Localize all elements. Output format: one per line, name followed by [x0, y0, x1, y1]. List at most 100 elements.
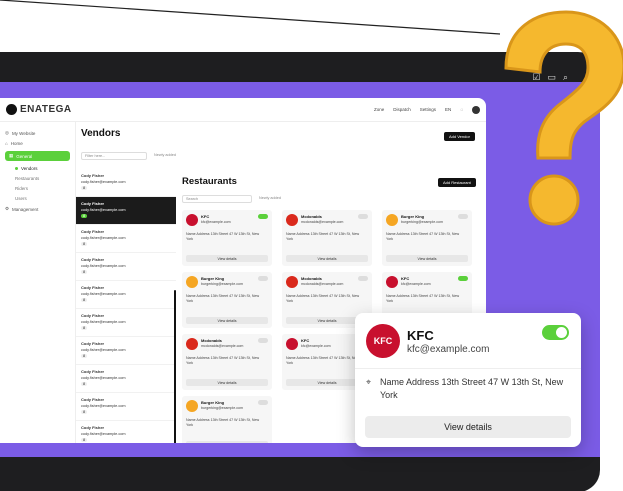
restaurant-email: kfc@example.com: [407, 344, 490, 355]
restaurant-card-toggle[interactable]: [358, 214, 368, 219]
restaurant-card-name: KFC: [201, 214, 210, 219]
vendor-list-item[interactable]: Cody Fisher cody.fisher@example.com 8: [76, 393, 176, 421]
vendor-list-item[interactable]: Cody Fisher cody.fisher@example.com 8: [76, 197, 176, 225]
restaurant-card-address: Name Address 13th Street 47 W 13th St, N…: [286, 294, 360, 303]
vendor-email: cody.fisher@example.com: [81, 180, 126, 184]
restaurant-card-toggle[interactable]: [258, 214, 268, 219]
vendor-count-badge: 8: [81, 326, 88, 330]
restaurant-card-address: Name Address 13th Street 47 W 13th St, N…: [286, 356, 360, 365]
bell-icon[interactable]: ◌: [460, 107, 463, 112]
restaurant-card-address: Name Address 13th Street 47 W 13th St, N…: [186, 418, 260, 427]
vendor-list-item[interactable]: Cody Fisher cody.fisher@example.com 8: [76, 365, 176, 393]
sidebar-item-vendors[interactable]: Vendors: [5, 166, 70, 171]
vendor-list-item[interactable]: Cody Fisher cody.fisher@example.com 8: [76, 253, 176, 281]
vendor-list-item[interactable]: Cody Fisher cody.fisher@example.com 8: [76, 309, 176, 337]
restaurant-card-toggle[interactable]: [458, 276, 468, 281]
restaurant-card-view-button[interactable]: View details: [186, 379, 268, 386]
restaurant-card-toggle[interactable]: [258, 276, 268, 281]
restaurant-card-toggle[interactable]: [358, 276, 368, 281]
kfc-logo-icon: [286, 338, 298, 350]
mcd-logo-icon: [286, 214, 298, 226]
restaurant-card[interactable]: Mcdonalds mcdonalds@example.com Name Addre…: [282, 210, 372, 266]
sidebar-item-my-website[interactable]: ◎ My Website: [5, 130, 70, 136]
restaurant-card-toggle[interactable]: [458, 214, 468, 219]
restaurant-card-name: Burger King: [201, 400, 225, 405]
vendor-list-item[interactable]: Cody Fisher cody.fisher@example.com 8: [76, 225, 176, 253]
vendor-email: cody.fisher@example.com: [81, 320, 126, 324]
page-title: Vendors: [81, 128, 121, 139]
nav-dispatch[interactable]: Dispatch: [393, 107, 411, 112]
restaurant-card-email: kfc@example.com: [201, 220, 231, 224]
sidebar-item-users[interactable]: Users: [5, 196, 70, 201]
mcd-logo-icon: [286, 276, 298, 288]
restaurant-card[interactable]: KFCkfc@example.com Name Address 13th Stre…: [182, 210, 272, 266]
restaurant-card-toggle[interactable]: [258, 400, 268, 405]
restaurant-card-email: mcdonalds@example.com: [301, 220, 344, 224]
view-details-button[interactable]: View details: [365, 416, 571, 438]
sidebar-item-management[interactable]: ⚙ Management: [5, 206, 70, 212]
restaurant-card[interactable]: Burger King burgerking@example.com Name Ad…: [182, 272, 272, 328]
vendor-name: Cody Fisher: [81, 229, 105, 234]
active-dot-icon: [15, 167, 18, 170]
add-vendor-button[interactable]: Add Vendor: [444, 132, 475, 141]
vendor-name: Cody Fisher: [81, 397, 105, 402]
language-select[interactable]: EN: [445, 107, 451, 112]
restaurant-card[interactable]: Burger King burgerking@example.com Name Ad…: [382, 210, 472, 266]
restaurant-card-toggle[interactable]: [258, 338, 268, 343]
restaurant-card-email: burgerking@example.com: [401, 220, 444, 224]
bk-logo-icon: [386, 214, 398, 226]
top-bar: ENATEGA Zone Dispatch Settings EN ◌: [0, 98, 486, 122]
restaurant-card-address: Name Address 13th Street 47 W 13th St, N…: [386, 232, 460, 241]
add-restaurant-button[interactable]: Add Restaurant: [438, 178, 476, 187]
nav-zone[interactable]: Zone: [374, 107, 384, 112]
restaurant-card-email: burgerking@example.com: [201, 282, 244, 286]
restaurant-search-input[interactable]: Search: [182, 195, 252, 203]
availability-toggle[interactable]: [542, 325, 569, 340]
vendor-list-item[interactable]: Cody Fisher cody.fisher@example.com 8: [76, 337, 176, 365]
nav-settings[interactable]: Settings: [420, 107, 436, 112]
vendor-count-badge: 8: [81, 270, 88, 274]
restaurant-card-view-button[interactable]: View details: [186, 255, 268, 262]
restaurant-card-name: Mcdonalds: [301, 276, 322, 281]
restaurant-card-address: Name Address 13th Street 47 W 13th St, N…: [386, 294, 460, 303]
bk-logo-icon: [186, 276, 198, 288]
vendor-list-item[interactable]: Cody Fisher cody.fisher@example.com 8: [76, 421, 176, 443]
restaurant-card-name: Burger King: [201, 276, 225, 281]
globe-icon: ◎: [5, 130, 9, 135]
restaurant-sort-select[interactable]: Newly added: [256, 195, 284, 201]
vendor-name: Cody Fisher: [81, 369, 105, 374]
sidebar-item-general[interactable]: ▦ General: [5, 151, 70, 161]
avatar[interactable]: [472, 105, 480, 114]
restaurant-address: Name Address 13th Street 47 W 13th St, N…: [380, 377, 564, 400]
sidebar-item-riders[interactable]: Riders: [5, 186, 70, 191]
divider: [355, 368, 581, 369]
restaurant-card[interactable]: Burger King burgerking@example.com Name Ad…: [182, 396, 272, 443]
restaurant-card-email: kfc@example.com: [401, 282, 431, 286]
restaurant-detail-card: KFC KFC kfc@example.com ⌖ Name Address 1…: [355, 313, 581, 447]
restaurant-card-view-button[interactable]: View details: [186, 317, 268, 324]
vendor-sort-select[interactable]: Newly added: [151, 152, 179, 158]
vendor-count-badge: 8: [81, 410, 88, 414]
vendor-list-item[interactable]: Cody Fisher cody.fisher@example.com 8: [76, 281, 176, 309]
vendor-count-badge: 8: [81, 214, 88, 218]
home-icon: ⌂: [5, 141, 8, 146]
restaurant-card[interactable]: Mcdonalds mcdonalds@example.com Name Addre…: [182, 334, 272, 390]
restaurant-card-view-button[interactable]: View details: [286, 255, 368, 262]
vendor-email: cody.fisher@example.com: [81, 236, 126, 240]
restaurant-card-name: KFC: [301, 338, 310, 343]
vendor-scrollbar[interactable]: [174, 290, 176, 443]
restaurant-card-view-button[interactable]: View details: [386, 255, 468, 262]
vendor-count-badge: 8: [81, 186, 88, 190]
vendor-list-item[interactable]: Cody Fisher cody.fisher@example.com 8: [76, 169, 176, 197]
restaurant-name: KFC: [407, 328, 434, 343]
vendor-filter-input[interactable]: Filter here...: [81, 152, 147, 160]
brand-logo[interactable]: ENATEGA: [6, 104, 72, 115]
restaurant-card-view-button[interactable]: View details: [186, 441, 268, 443]
vendor-email: cody.fisher@example.com: [81, 404, 126, 408]
sidebar-item-home[interactable]: ⌂ Home: [5, 141, 70, 146]
sidebar-item-restaurants[interactable]: Restaurants: [5, 176, 70, 181]
restaurant-card-address: Name Address 13th Street 47 W 13th St, N…: [186, 356, 260, 365]
vendor-name: Cody Fisher: [81, 285, 105, 290]
vendor-count-badge: 8: [81, 354, 88, 358]
kfc-logo-icon: [386, 276, 398, 288]
